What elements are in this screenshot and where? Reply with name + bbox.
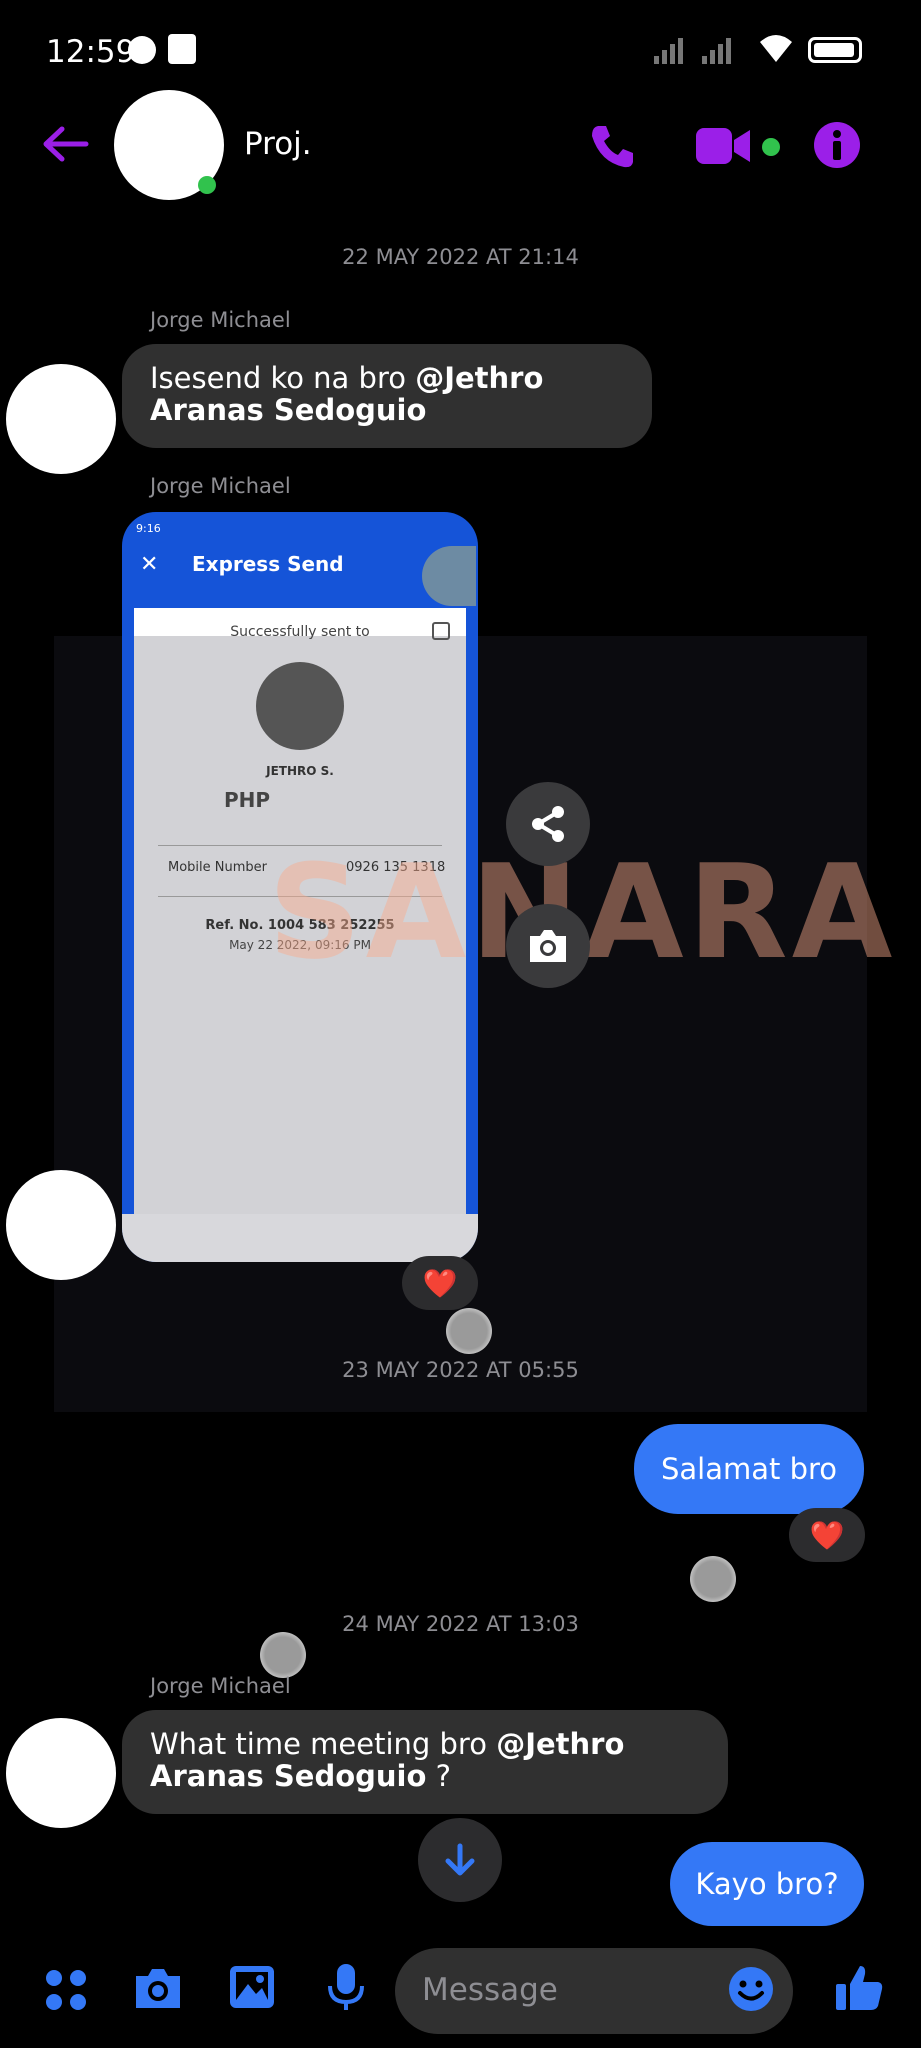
signal-icon	[652, 36, 742, 66]
share-icon[interactable]	[506, 782, 590, 866]
online-indicator	[198, 176, 216, 194]
camera-icon[interactable]	[506, 904, 590, 988]
puzzle-icon	[168, 34, 196, 64]
seen-avatar	[690, 1556, 736, 1602]
conversation-header: Proj.	[0, 80, 921, 210]
profile-photo	[422, 546, 476, 606]
sender-name: Jorge Michael	[150, 308, 291, 332]
timestamp: 22 MAY 2022 AT 21:14	[342, 245, 579, 269]
emoji-icon[interactable]	[728, 1966, 774, 2012]
message-placeholder: Message	[422, 1972, 558, 2008]
camera-icon[interactable]	[132, 1966, 184, 2010]
reaction-heart[interactable]: ❤️	[402, 1256, 478, 1310]
watermark-logo: SANARA	[268, 836, 897, 988]
screenshot-time: 9:16	[136, 522, 161, 535]
seen-avatar	[260, 1632, 306, 1678]
message-bubble-outgoing[interactable]: Salamat bro	[634, 1424, 864, 1514]
close-icon: ✕	[140, 552, 159, 577]
sender-name: Jorge Michael	[150, 1674, 291, 1698]
avatar[interactable]	[6, 1170, 116, 1280]
screenshot-app-title: Express Send	[192, 552, 344, 576]
sender-name: Jorge Michael	[150, 474, 291, 498]
wifi-icon	[756, 32, 796, 64]
message-text: What time meeting bro	[150, 1727, 497, 1761]
battery-icon	[808, 37, 862, 63]
message-bubble[interactable]: Isesend ko na bro @Jethro Aranas Sedogui…	[122, 344, 652, 448]
back-arrow-icon[interactable]	[40, 124, 90, 164]
message-suffix: ?	[426, 1759, 452, 1793]
gallery-icon[interactable]	[228, 1964, 276, 2010]
seen-avatar	[446, 1308, 492, 1354]
active-call-indicator	[762, 138, 780, 156]
currency: PHP	[224, 788, 271, 812]
messenger-icon	[128, 36, 156, 64]
download-icon	[432, 622, 450, 640]
message-bubble[interactable]: What time meeting bro @Jethro Aranas Sed…	[122, 1710, 728, 1814]
timestamp: 23 MAY 2022 AT 05:55	[342, 1358, 579, 1382]
field-label: Mobile Number	[168, 860, 267, 875]
like-icon[interactable]	[834, 1962, 884, 2012]
message-bubble-outgoing[interactable]: Kayo bro?	[670, 1842, 864, 1926]
recipient-name: JETHRO S.	[266, 764, 334, 778]
status-time: 12:59	[46, 34, 136, 70]
page-title[interactable]: Proj.	[244, 126, 312, 162]
reaction-heart[interactable]: ❤️	[789, 1508, 865, 1562]
mic-icon[interactable]	[326, 1962, 366, 2012]
receipt-status: Successfully sent to	[230, 624, 370, 640]
info-icon[interactable]	[814, 122, 860, 168]
avatar[interactable]	[6, 1718, 116, 1828]
phone-icon[interactable]	[588, 122, 636, 170]
message-text: Isesend ko na bro	[150, 361, 416, 395]
nav-bar	[122, 1214, 478, 1262]
scroll-down-icon[interactable]	[418, 1818, 502, 1902]
timestamp: 24 MAY 2022 AT 13:03	[342, 1612, 579, 1636]
avatar[interactable]	[6, 364, 116, 474]
video-icon[interactable]	[696, 126, 754, 166]
apps-icon[interactable]	[44, 1968, 88, 2012]
user-silhouette-icon	[256, 662, 344, 750]
